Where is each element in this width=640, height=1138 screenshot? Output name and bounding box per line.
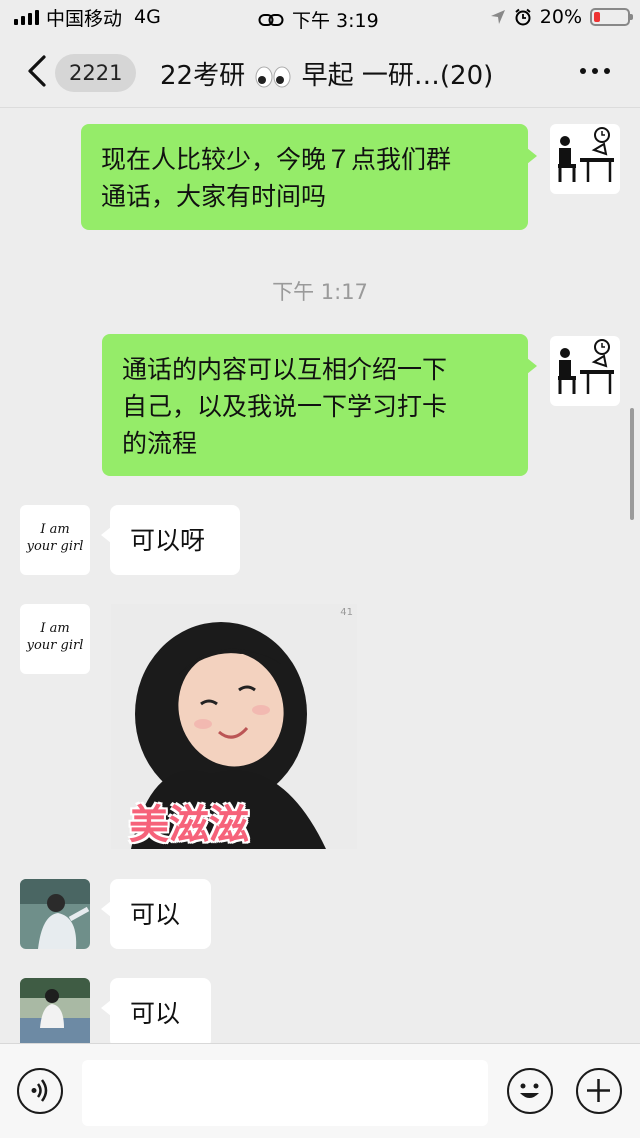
eyes-emoji-icon [255, 66, 291, 87]
clock-time: 下午 3:19 [292, 10, 379, 32]
lakeside-photo-avatar[interactable] [20, 978, 90, 1043]
more-options-icon[interactable] [580, 68, 610, 74]
message-text: 可以呀 [130, 526, 206, 555]
status-bar: 中国移动 4G 下午 3:19 20% [0, 0, 640, 34]
add-more-icon[interactable] [576, 1068, 622, 1114]
carrier-name: 中国移动 [46, 7, 123, 30]
battery-percent: 20% [539, 6, 582, 28]
chat-header: 2221 22考研 早起 一研…(20) [0, 34, 640, 108]
link-icon [258, 13, 284, 26]
unread-count-badge[interactable]: 2221 [55, 54, 137, 92]
chat-message-list[interactable]: 现在人比较少，今晚７点我们群 通话，大家有时间吗 下午 1:17 通话的内容可以… [0, 108, 640, 1043]
message-bubble-outgoing[interactable]: 通话的内容可以互相介绍一下 自己，以及我说一下学习打卡 的流程 [102, 334, 537, 476]
message-bubble-outgoing[interactable]: 现在人比较少，今晚７点我们群 通话，大家有时间吗 [81, 124, 537, 230]
desk-person-icon [558, 339, 614, 394]
chat-title-part1: 22考研 [160, 61, 246, 91]
person-photo-icon [20, 879, 90, 949]
scrollbar-thumb[interactable] [630, 408, 634, 520]
message-text: 可以 [130, 900, 181, 929]
message-timestamp: 下午 1:17 [272, 280, 368, 304]
message-text-line: 的流程 [122, 429, 198, 458]
message-input-bar [0, 1043, 640, 1138]
message-bubble-incoming[interactable]: 可以 [101, 978, 211, 1043]
message-input[interactable] [82, 1060, 488, 1126]
message-bubble-incoming[interactable]: 可以呀 [101, 505, 240, 575]
location-arrow-icon [490, 10, 505, 24]
message-text: 可以 [130, 999, 181, 1028]
message-bubble-incoming[interactable]: 可以 [101, 879, 211, 949]
chat-title-part2: 早起 一研…(20) [301, 61, 494, 91]
signal-strength-icon [14, 9, 39, 25]
photo-avatar[interactable] [20, 879, 90, 949]
lakeside-photo-icon [20, 978, 90, 1043]
i-am-your-girl-avatar[interactable]: I am your girl [20, 505, 90, 575]
message-text-line: 通话，大家有时间吗 [101, 182, 327, 211]
sticker-image[interactable]: 41 美滋滋 [111, 604, 357, 849]
alarm-icon [515, 8, 531, 26]
sticker-number: 41 [340, 607, 353, 618]
message-text-line: 通话的内容可以互相介绍一下 [122, 355, 448, 384]
sticker-caption: 美滋滋 [129, 802, 249, 848]
voice-input-icon[interactable] [17, 1068, 63, 1114]
message-text-line: 自己，以及我说一下学习打卡 [122, 392, 448, 421]
network-type: 4G [134, 6, 161, 28]
back-chevron-icon[interactable] [24, 54, 50, 88]
battery-icon [590, 8, 633, 26]
desk-person-icon [558, 127, 614, 182]
i-am-your-girl-avatar[interactable]: I am your girl [20, 604, 90, 674]
chat-title: 22考研 早起 一研…(20) [160, 55, 493, 92]
emoji-icon[interactable] [507, 1068, 553, 1114]
desk-clock-avatar[interactable] [550, 336, 620, 406]
desk-clock-avatar[interactable] [550, 124, 620, 194]
message-text-line: 现在人比较少，今晚７点我们群 [101, 145, 452, 174]
